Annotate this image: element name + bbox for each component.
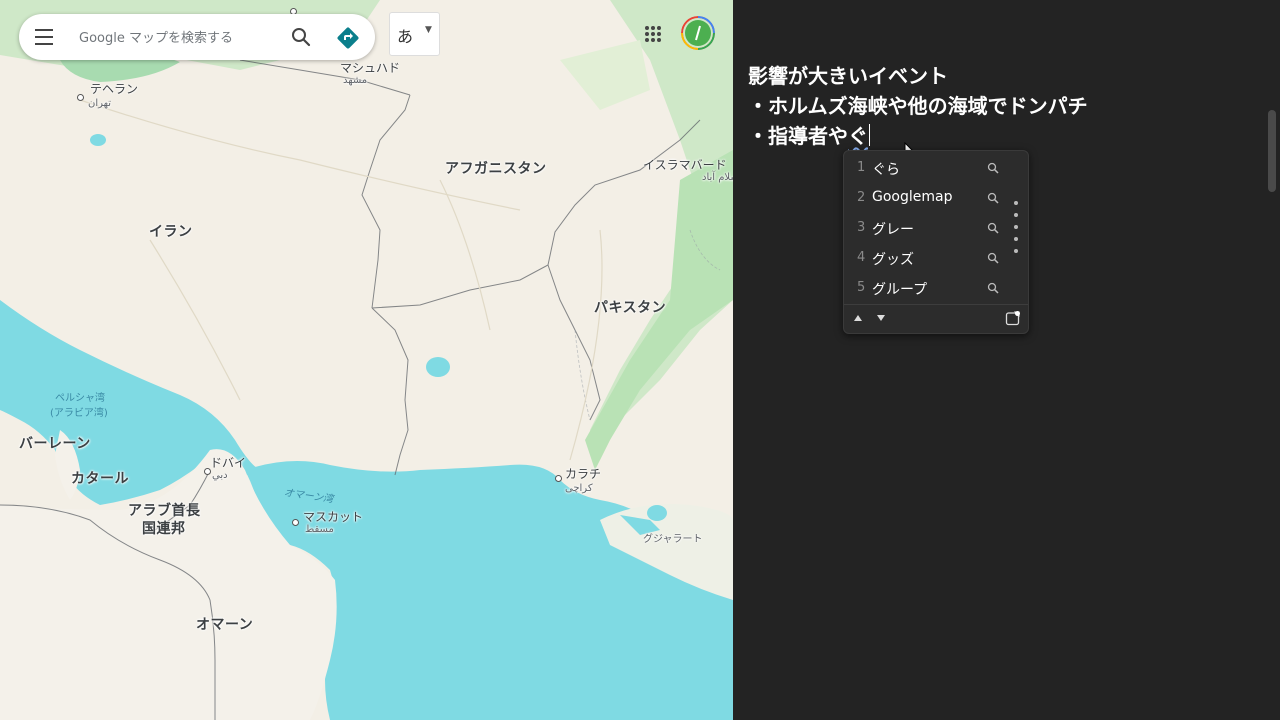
label-karachi: カラチ xyxy=(565,467,602,481)
apps-grid-icon[interactable] xyxy=(643,24,663,44)
ime-candidate-3[interactable]: 3 グレー xyxy=(844,213,1009,243)
triangle-up-icon[interactable] xyxy=(853,313,863,323)
label-islamabad-local: اسلام آباد xyxy=(702,172,733,183)
label-tehran: テヘラン xyxy=(90,82,139,96)
label-oman: オマーン xyxy=(196,617,254,633)
label-qatar: カタール xyxy=(71,471,129,487)
dropdown-arrow-icon: ▼ xyxy=(425,25,432,35)
map-search-input[interactable] xyxy=(77,25,281,51)
label-persian-gulf-alt: (アラビア湾) xyxy=(50,408,108,419)
ime-candidate-2[interactable]: 2 Googlemap xyxy=(844,183,1009,213)
doc-line-3-committed: ・指導者や xyxy=(748,124,848,148)
search-icon[interactable] xyxy=(987,192,999,204)
label-bahrain: バーレーン xyxy=(19,436,91,452)
label-mashhad-local: مشهد xyxy=(343,75,368,86)
popup-divider xyxy=(844,304,1028,305)
directions-icon[interactable] xyxy=(335,25,361,51)
triangle-down-icon[interactable] xyxy=(876,313,886,323)
ime-mode-label: あ xyxy=(397,27,414,46)
label-mashhad: マシュハド xyxy=(340,61,401,75)
ime-candidate-4[interactable]: 4 グッズ xyxy=(844,243,1009,273)
menu-icon[interactable] xyxy=(35,29,53,45)
search-icon[interactable] xyxy=(289,25,313,49)
label-islamabad: イスラマバード xyxy=(643,158,727,172)
ime-mode-indicator[interactable]: あ ▼ xyxy=(389,12,440,56)
label-uae-line2: 国連邦 xyxy=(142,521,186,537)
candidate-number: 5 xyxy=(857,280,866,295)
search-icon[interactable] xyxy=(987,222,999,234)
city-dot-tehran xyxy=(77,94,84,101)
doc-line-3[interactable]: ・指導者やぐ xyxy=(748,120,870,149)
label-afghanistan: アフガニスタン xyxy=(445,161,547,177)
candidate-text: グッズ xyxy=(872,252,914,268)
ime-candidate-1[interactable]: 1 ぐら xyxy=(844,153,1009,183)
candidate-text: グレー xyxy=(872,222,914,238)
doc-line-2: ・ホルムズ海峡や他の海域でドンパチ xyxy=(748,94,1088,118)
search-icon[interactable] xyxy=(987,162,999,174)
candidate-text: ぐら xyxy=(872,162,900,178)
label-tehran-local: تهران xyxy=(88,98,112,109)
label-uae-line1: アラブ首長 xyxy=(128,503,201,519)
more-candidates-indicator[interactable] xyxy=(1014,201,1018,255)
candidate-number: 1 xyxy=(857,160,866,175)
label-karachi-local: کراچی xyxy=(565,483,593,494)
label-pakistan: パキスタン xyxy=(594,300,667,316)
city-dot-muscat xyxy=(292,519,299,526)
label-muscat-local: مسقط xyxy=(305,524,334,535)
search-icon[interactable] xyxy=(987,282,999,294)
label-muscat: マスカット xyxy=(303,510,364,524)
label-iran: イラン xyxy=(149,224,193,240)
text-caret xyxy=(869,124,870,146)
candidate-number: 3 xyxy=(857,220,866,235)
label-gujarat: グジャラート xyxy=(643,534,703,545)
candidate-text: グループ xyxy=(872,282,928,298)
city-dot-karachi xyxy=(555,475,562,482)
candidate-number: 2 xyxy=(857,190,866,205)
text-editor[interactable]: 影響が大きいイベント ・ホルムズ海峡や他の海域でドンパチ ・指導者やぐ xyxy=(733,0,1280,720)
label-persian-gulf: ペルシャ湾 xyxy=(55,393,105,404)
search-icon[interactable] xyxy=(987,252,999,264)
candidate-text: Googlemap xyxy=(872,189,953,205)
doc-line-1: 影響が大きいイベント xyxy=(748,64,948,88)
ime-settings-icon[interactable] xyxy=(1005,310,1021,326)
ime-candidate-window: 1 ぐら 2 Googlemap 3 グレー 4 グッズ 5 グループ xyxy=(843,150,1029,334)
candidate-number: 4 xyxy=(857,250,866,265)
label-dubai: ドバイ xyxy=(210,456,247,470)
scrollbar-thumb[interactable] xyxy=(1268,110,1276,192)
map-canvas[interactable]: テヘラン تهران マシュハド مشهد アフガニスタン イスラマバード اس… xyxy=(0,0,733,720)
ime-candidate-5[interactable]: 5 グループ xyxy=(844,273,1009,303)
label-dubai-local: دبي xyxy=(212,470,228,481)
ime-composition-text: ぐ xyxy=(848,124,868,148)
account-avatar[interactable] xyxy=(681,16,715,50)
map-search-box xyxy=(19,14,375,60)
